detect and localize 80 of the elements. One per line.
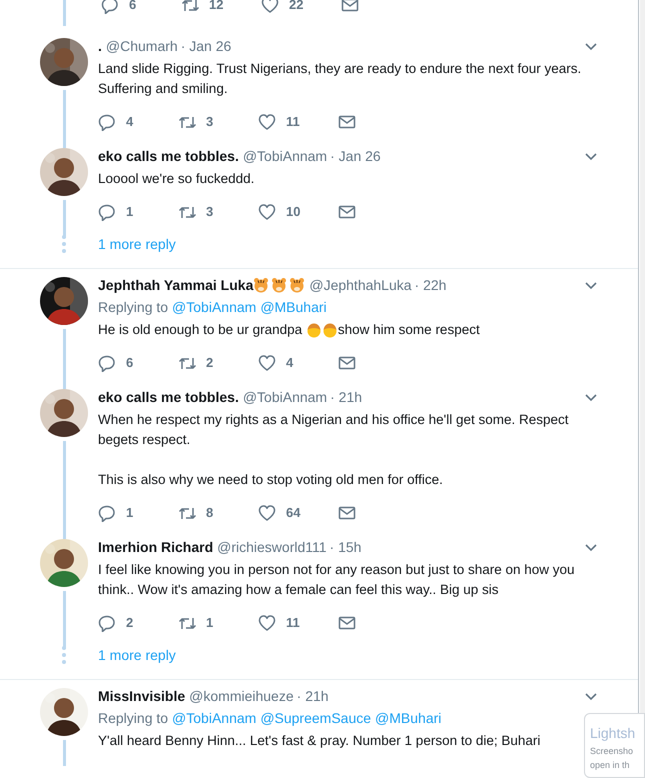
user-name[interactable]: Imerhion Richard (98, 537, 214, 557)
tweet-time[interactable]: · 21h (330, 387, 362, 407)
popup-title: Lightsh (590, 724, 636, 743)
tiger-icon (271, 277, 288, 293)
like-count: 10 (286, 203, 300, 222)
envelope-icon[interactable] (338, 614, 356, 632)
tweet-time[interactable]: · 22h (414, 275, 446, 295)
reply-icon[interactable] (98, 614, 116, 632)
tweet-text: Looool we're so fuckeddd. (98, 170, 256, 188)
user-handle[interactable]: @kommieihueze (189, 686, 294, 706)
heart-icon[interactable] (261, 0, 279, 14)
user-name[interactable]: eko calls me tobbles. (98, 146, 239, 166)
envelope-icon[interactable] (341, 0, 359, 14)
envelope-icon[interactable] (338, 203, 356, 221)
tweet-text: show him some respect (338, 321, 480, 339)
reply-icon[interactable] (98, 203, 116, 221)
user-name[interactable]: MissInvisible (98, 686, 186, 706)
popup-text: Screensho (590, 745, 634, 758)
retweet-count: 3 (206, 113, 214, 132)
emoji-icon (322, 322, 338, 338)
like-count: 11 (286, 113, 300, 132)
envelope-icon[interactable] (338, 354, 356, 372)
mention-link[interactable]: @SupreemSauce (260, 708, 372, 728)
tweet-time[interactable]: · Jan 26 (330, 146, 381, 166)
heart-icon[interactable] (258, 113, 276, 131)
envelope-icon[interactable] (338, 504, 356, 522)
retweet-count: 2 (206, 354, 214, 372)
tweet-text: Land slide Rigging. Trust Nigerians, they are ready to endure the next four years. Suffering and smiling. (98, 60, 582, 98)
envelope-icon[interactable] (338, 113, 356, 131)
like-count: 11 (286, 614, 300, 632)
reply-count: 4 (126, 113, 134, 132)
retweet-count: 1 (206, 614, 214, 632)
reply-icon[interactable] (98, 504, 116, 522)
mention-link[interactable]: @TobiAnnam (172, 708, 256, 728)
more-replies-link[interactable]: 1 more reply (98, 234, 176, 254)
retweet-icon[interactable] (181, 0, 199, 14)
tweet-time[interactable]: · 21h (296, 686, 329, 706)
user-handle[interactable]: @JephthahLuka (309, 275, 412, 295)
mention-link[interactable]: @MBuhari (375, 708, 442, 728)
reply-icon[interactable] (98, 113, 116, 131)
more-replies-link[interactable]: 1 more reply (98, 644, 176, 666)
tweet-text: When he respect my rights as a Nigerian and his office he'll get some. Respect begets respect. (98, 411, 570, 449)
replying-label: Replying to (98, 709, 168, 728)
heart-icon[interactable] (258, 504, 276, 522)
reply-count: 6 (129, 0, 136, 14)
like-count: 64 (286, 504, 300, 522)
like-count: 4 (286, 354, 294, 372)
retweet-count: 3 (206, 203, 214, 222)
replying-label: Replying to (98, 298, 168, 317)
reply-count: 1 (126, 504, 134, 522)
popup-text: open in th (590, 759, 631, 772)
retweet-count: 8 (206, 504, 214, 522)
reply-count: 2 (126, 614, 134, 632)
reply-icon[interactable] (98, 354, 116, 372)
tweet-text: I feel like knowing you in person not for any reason but just to share on how you think.. Wow it's amazing how a female can feel this way.. Big up sis (98, 561, 576, 599)
reply-count: 6 (126, 354, 134, 372)
reply-count: 1 (126, 203, 134, 222)
tweet-text: He is old enough to be ur grandpa (98, 321, 304, 339)
reply-icon[interactable] (101, 0, 119, 14)
user-handle[interactable]: @richiesworld111 (217, 537, 327, 557)
emoji-icon (306, 322, 322, 338)
mention-link[interactable]: @TobiAnnam (172, 297, 256, 317)
notification-popup[interactable]: Lightsh Screensho open in th (584, 713, 645, 778)
user-name[interactable]: Jephthah Yammai Luka (98, 275, 254, 295)
user-handle[interactable]: @TobiAnnam (242, 146, 328, 166)
tiger-icon (289, 277, 306, 293)
tweet-text: This is also why we need to stop voting old men for office. (98, 471, 444, 489)
tiger-icon (253, 277, 270, 293)
heart-icon[interactable] (258, 614, 276, 632)
like-count: 22 (289, 0, 304, 14)
retweet-count: 12 (209, 0, 224, 14)
tweet-time[interactable]: · Jan 26 (180, 36, 232, 56)
heart-icon[interactable] (258, 203, 276, 221)
user-name[interactable]: eko calls me tobbles. (98, 387, 239, 407)
tweet-time[interactable]: · 15h (330, 537, 362, 557)
mention-link[interactable]: @MBuhari (260, 297, 327, 317)
user-handle[interactable]: @Chumarh (106, 36, 178, 56)
user-name[interactable]: . (98, 36, 102, 56)
heart-icon[interactable] (258, 354, 276, 372)
user-handle[interactable]: @TobiAnnam (242, 387, 328, 407)
